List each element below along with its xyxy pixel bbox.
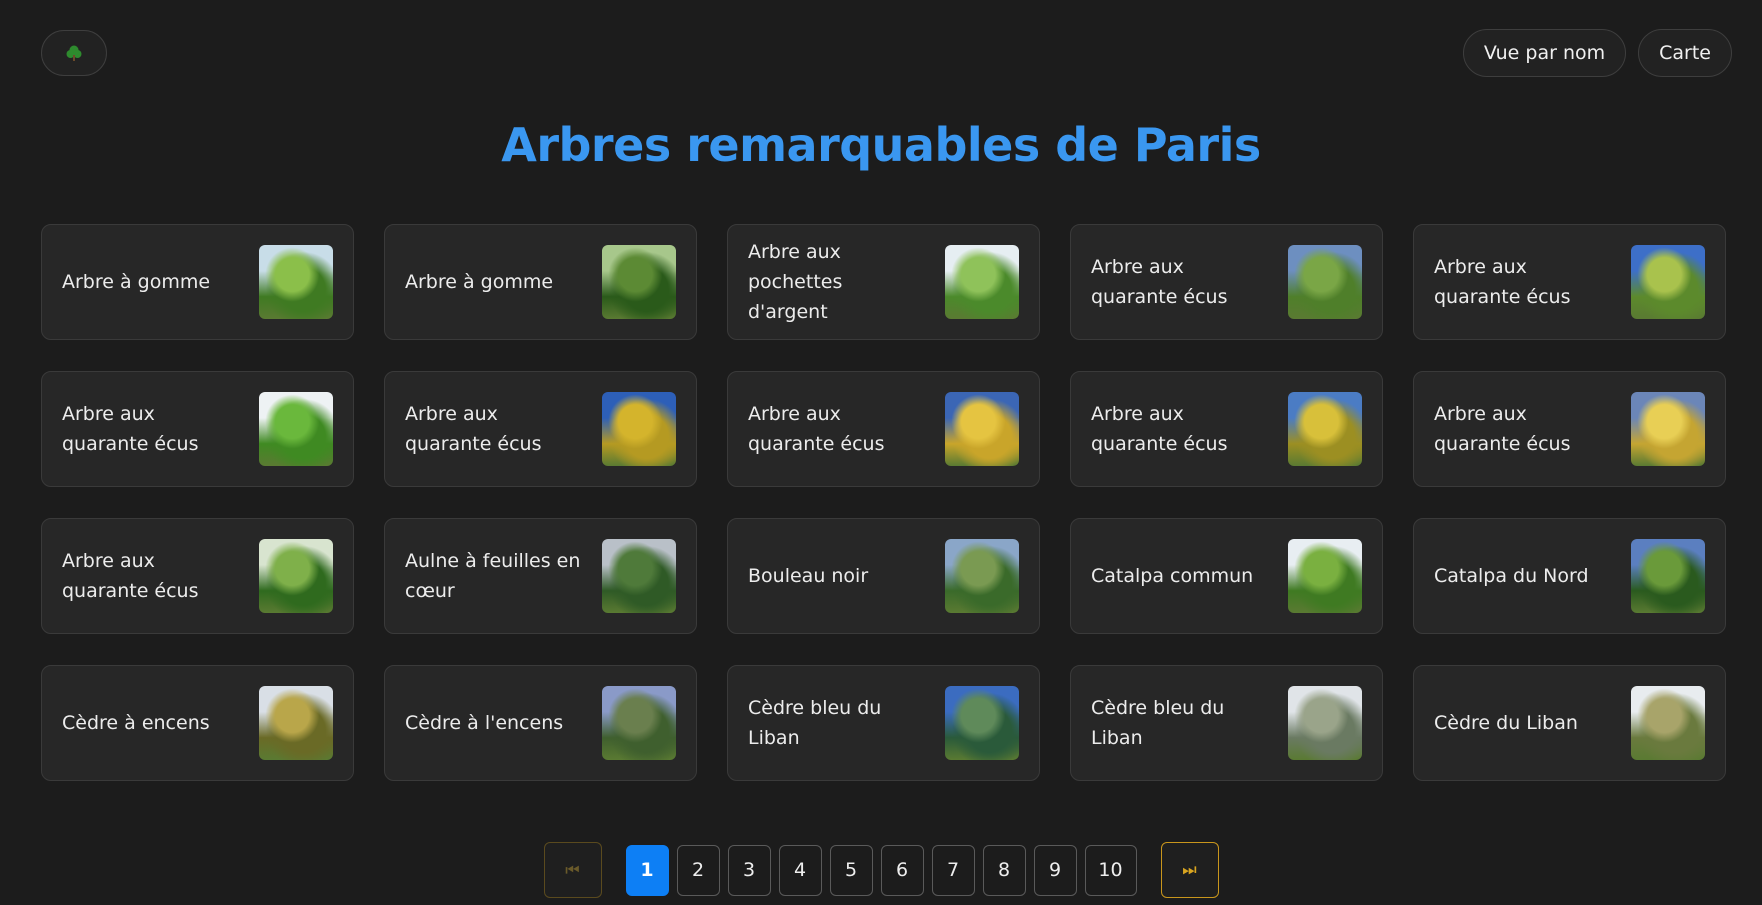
tree-thumbnail: [259, 245, 333, 319]
tree-card[interactable]: Arbre à gomme: [41, 224, 354, 340]
tree-card[interactable]: Arbre aux quarante écus: [1413, 371, 1726, 487]
tree-thumbnail: [259, 539, 333, 613]
tree-card-name: Arbre aux quarante écus: [1434, 403, 1571, 455]
tree-card[interactable]: Catalpa du Nord: [1413, 518, 1726, 634]
tree-thumbnail: [1288, 539, 1362, 613]
skip-last-icon: ⏭: [1182, 860, 1197, 879]
tree-card-name: Arbre à gomme: [62, 271, 211, 293]
tree-card-name: Arbre aux quarante écus: [1091, 256, 1228, 308]
tree-thumbnail: [945, 392, 1019, 466]
tree-card-name: Catalpa du Nord: [1434, 565, 1589, 587]
tree-card[interactable]: Aulne à feuilles en cœur: [384, 518, 697, 634]
tree-card[interactable]: Arbre aux quarante écus: [1413, 224, 1726, 340]
page-button[interactable]: 10: [1084, 844, 1137, 896]
tree-card-name: Arbre à gomme: [405, 271, 554, 293]
tree-card-name: Cèdre du Liban: [1434, 712, 1578, 734]
tree-card[interactable]: Arbre aux quarante écus: [1070, 371, 1383, 487]
tree-card[interactable]: Cèdre à l'encens: [384, 665, 697, 781]
tree-card-name: Arbre aux quarante écus: [1091, 403, 1228, 455]
top-nav: Vue par nom Carte: [1462, 29, 1732, 77]
tree-thumbnail: [602, 539, 676, 613]
tree-card[interactable]: Arbre aux quarante écus: [41, 518, 354, 634]
tree-thumbnail: [259, 392, 333, 466]
tree-thumbnail: [945, 686, 1019, 760]
tree-thumbnail: [1631, 392, 1705, 466]
tree-card-name: Arbre aux quarante écus: [1434, 256, 1571, 308]
tree-card-name: Arbre aux pochettes d'argent: [748, 241, 843, 323]
tree-card-name: Cèdre à encens: [62, 712, 210, 734]
tree-card-name: Arbre aux quarante écus: [62, 550, 199, 602]
tree-thumbnail: [1631, 686, 1705, 760]
page-button[interactable]: 2: [676, 844, 720, 896]
tree-thumbnail: [259, 686, 333, 760]
tree-card[interactable]: Arbre aux quarante écus: [41, 371, 354, 487]
page-numbers: 1 2 3 4 5 6 7 8 9 10: [622, 844, 1141, 896]
tree-card[interactable]: Cèdre bleu du Liban: [727, 665, 1040, 781]
last-page-button[interactable]: ⏭: [1160, 842, 1219, 898]
tree-thumbnail: [1288, 392, 1362, 466]
tree-icon: [66, 45, 82, 61]
tree-thumbnail: [602, 245, 676, 319]
tree-thumbnail: [945, 245, 1019, 319]
page-button[interactable]: 4: [778, 844, 822, 896]
page-button[interactable]: 5: [829, 844, 873, 896]
tree-card[interactable]: Arbre à gomme: [384, 224, 697, 340]
tree-card[interactable]: Arbre aux quarante écus: [727, 371, 1040, 487]
tree-card-name: Catalpa commun: [1091, 565, 1254, 587]
tree-card[interactable]: Arbre aux pochettes d'argent: [727, 224, 1040, 340]
tree-card-name: Cèdre bleu du Liban: [1091, 697, 1225, 749]
tree-card-name: Arbre aux quarante écus: [748, 403, 885, 455]
tree-card-name: Arbre aux quarante écus: [62, 403, 199, 455]
tree-card-name: Aulne à feuilles en cœur: [405, 550, 581, 602]
tree-card[interactable]: Arbre aux quarante écus: [1070, 224, 1383, 340]
tree-card[interactable]: Cèdre du Liban: [1413, 665, 1726, 781]
page-button[interactable]: 3: [727, 844, 771, 896]
tree-thumbnail: [945, 539, 1019, 613]
tree-card-name: Cèdre à l'encens: [405, 712, 564, 734]
map-button[interactable]: Carte: [1638, 29, 1732, 77]
first-page-button[interactable]: ⏮: [543, 842, 602, 898]
tree-thumbnail: [602, 686, 676, 760]
page-button[interactable]: 9: [1033, 844, 1077, 896]
tree-card-name: Bouleau noir: [748, 565, 869, 587]
pagination: ⏮ 1 2 3 4 5 6 7 8 9 10 ⏭: [0, 842, 1762, 898]
tree-thumbnail: [602, 392, 676, 466]
tree-card[interactable]: Bouleau noir: [727, 518, 1040, 634]
page-button[interactable]: 8: [982, 844, 1026, 896]
page-button[interactable]: 6: [880, 844, 924, 896]
tree-thumbnail: [1631, 539, 1705, 613]
tree-card[interactable]: Cèdre bleu du Liban: [1070, 665, 1383, 781]
tree-card[interactable]: Cèdre à encens: [41, 665, 354, 781]
tree-grid: Arbre à gomme Arbre à gomme Arbre aux poch…: [41, 224, 1726, 781]
tree-thumbnail: [1288, 686, 1362, 760]
skip-first-icon: ⏮: [565, 860, 580, 879]
tree-card[interactable]: Arbre aux quarante écus: [384, 371, 697, 487]
page-button[interactable]: 1: [625, 844, 669, 896]
tree-thumbnail: [1288, 245, 1362, 319]
page-button[interactable]: 7: [931, 844, 975, 896]
home-button[interactable]: [41, 30, 107, 76]
view-by-name-button[interactable]: Vue par nom: [1462, 29, 1627, 77]
tree-card-name: Cèdre bleu du Liban: [748, 697, 882, 749]
page-title: Arbres remarquables de Paris: [501, 118, 1261, 172]
tree-card-name: Arbre aux quarante écus: [405, 403, 542, 455]
tree-thumbnail: [1631, 245, 1705, 319]
tree-card[interactable]: Catalpa commun: [1070, 518, 1383, 634]
